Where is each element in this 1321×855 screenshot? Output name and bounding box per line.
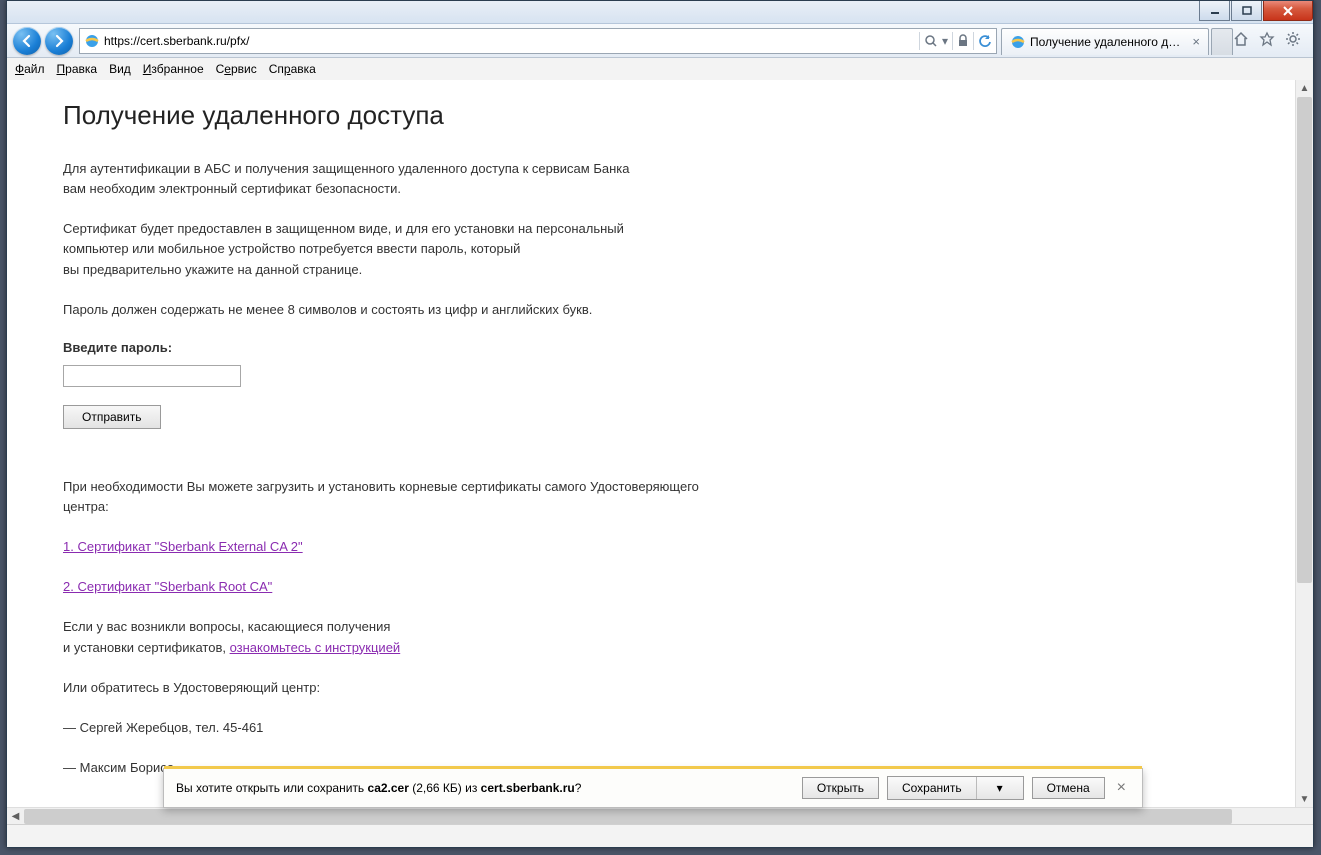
scroll-up-icon[interactable]: ▲ [1296, 80, 1313, 97]
vertical-scrollbar[interactable]: ▲ ▼ [1295, 80, 1313, 808]
cert-link-1[interactable]: 1. Сертификат "Sberbank External CA 2" [63, 539, 303, 554]
back-button[interactable] [13, 27, 41, 55]
paragraph: Пароль должен содержать не менее 8 симво… [63, 300, 1296, 320]
address-bar[interactable]: https://cert.sberbank.ru/pfx/ ▾ [79, 28, 997, 54]
ie-icon [1010, 34, 1026, 50]
forward-button[interactable] [45, 27, 73, 55]
paragraph: Для аутентификации в АБС и получения защ… [63, 159, 1296, 199]
menu-bar: Файл Правка Вид Избранное Сервис Справка [7, 58, 1313, 81]
refresh-icon[interactable] [978, 34, 992, 48]
lock-icon [957, 34, 969, 48]
horizontal-scrollbar[interactable]: ◀ ▶ [7, 807, 1313, 825]
menu-view[interactable]: Вид [109, 62, 131, 76]
scroll-thumb[interactable] [1297, 97, 1312, 583]
tab-title: Получение удаленного до... [1030, 35, 1184, 49]
page-content: Получение удаленного доступа Для аутенти… [7, 80, 1296, 808]
window-titlebar [7, 1, 1313, 24]
contact-line: — Сергей Жеребцов, тел. 45-461 [63, 718, 1296, 738]
paragraph: Если у вас возникли вопросы, касающиеся … [63, 617, 1296, 657]
page-title: Получение удаленного доступа [63, 100, 1296, 131]
status-bar [7, 824, 1313, 847]
download-close-icon[interactable]: × [1113, 779, 1130, 797]
paragraph: Или обратитесь в Удостоверяющий центр: [63, 678, 1296, 698]
tab-close-icon[interactable]: × [1192, 34, 1200, 49]
search-icon[interactable] [924, 34, 938, 48]
favorites-icon[interactable] [1259, 31, 1275, 50]
instruction-link[interactable]: ознакомьтесь с инструкцией [230, 640, 401, 655]
chevron-down-icon[interactable]: ▾ [976, 777, 1023, 799]
browser-window: https://cert.sberbank.ru/pfx/ ▾ Получени… [6, 0, 1314, 848]
paragraph: При необходимости Вы можете загрузить и … [63, 477, 1296, 517]
tab-strip: Получение удаленного до... × [1001, 27, 1233, 55]
scroll-down-icon[interactable]: ▼ [1296, 791, 1313, 808]
cert-link-2[interactable]: 2. Сертификат "Sberbank Root CA" [63, 579, 272, 594]
download-message: Вы хотите открыть или сохранить ca2.cer … [176, 781, 794, 795]
window-close-button[interactable] [1263, 1, 1313, 21]
scroll-thumb[interactable] [24, 809, 1232, 824]
menu-edit[interactable]: Правка [57, 62, 98, 76]
ie-icon [84, 33, 100, 49]
new-tab-button[interactable] [1211, 28, 1233, 55]
scroll-corner [1296, 808, 1313, 825]
scroll-left-icon[interactable]: ◀ [7, 808, 24, 825]
download-save-button[interactable]: Сохранить▾ [887, 776, 1024, 800]
browser-navbar: https://cert.sberbank.ru/pfx/ ▾ Получени… [7, 24, 1313, 58]
viewport: Получение удаленного доступа Для аутенти… [7, 80, 1313, 825]
tools-icon[interactable] [1285, 31, 1301, 50]
password-label: Введите пароль: [63, 340, 1296, 355]
download-cancel-button[interactable]: Отмена [1032, 777, 1105, 799]
password-input[interactable] [63, 365, 241, 387]
download-open-button[interactable]: Открыть [802, 777, 879, 799]
url-text: https://cert.sberbank.ru/pfx/ [104, 34, 915, 48]
paragraph: Сертификат будет предоставлен в защищенн… [63, 219, 1296, 279]
submit-button[interactable]: Отправить [63, 405, 161, 429]
dropdown-icon[interactable]: ▾ [942, 34, 948, 48]
window-minimize-button[interactable] [1199, 1, 1230, 21]
menu-favorites[interactable]: Избранное [143, 62, 204, 76]
menu-tools[interactable]: Сервис [216, 62, 257, 76]
menu-help[interactable]: Справка [269, 62, 316, 76]
menu-file[interactable]: Файл [15, 62, 45, 76]
download-bar: Вы хотите открыть или сохранить ca2.cer … [163, 768, 1143, 808]
home-icon[interactable] [1233, 31, 1249, 50]
window-maximize-button[interactable] [1231, 1, 1262, 21]
tab-active[interactable]: Получение удаленного до... × [1001, 28, 1209, 55]
